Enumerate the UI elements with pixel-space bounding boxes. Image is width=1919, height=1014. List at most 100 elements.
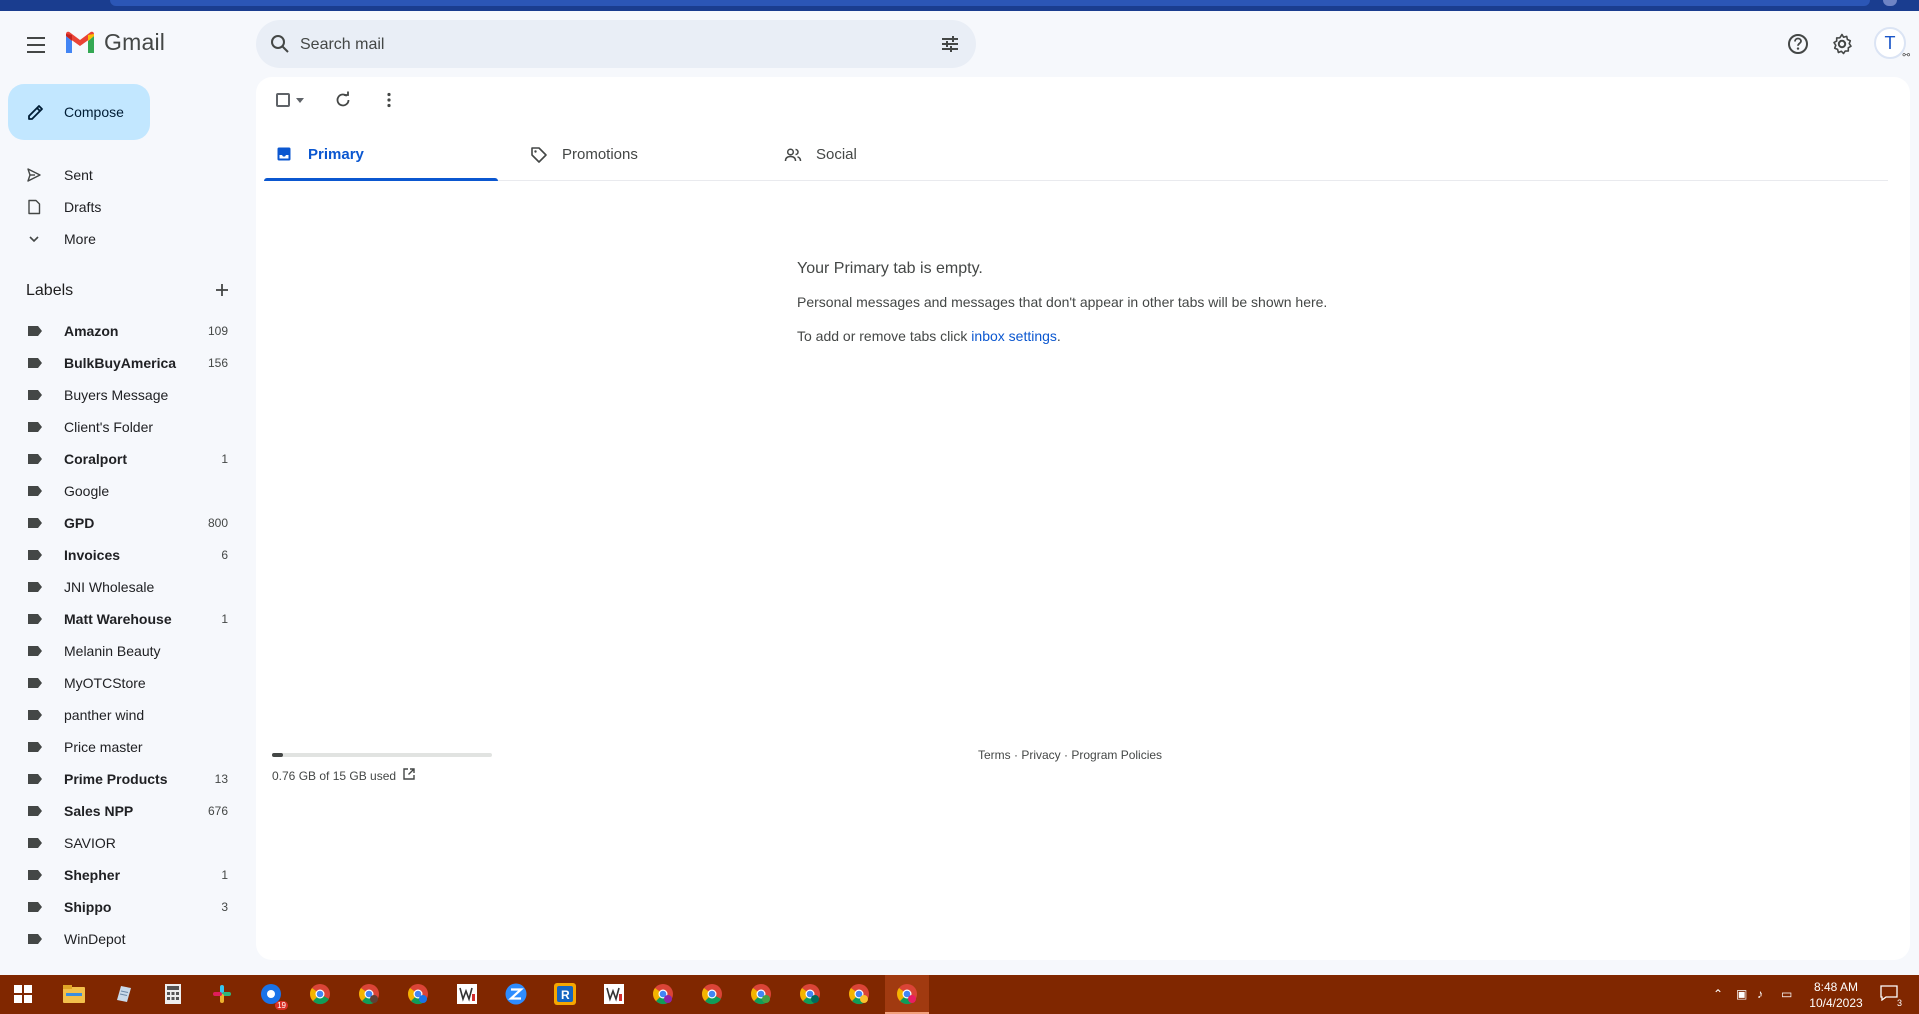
sidebar-item-sent[interactable]: Sent — [0, 159, 256, 191]
account-avatar[interactable]: T ⚯ — [1874, 27, 1910, 60]
browser-profile-dot — [1883, 0, 1897, 6]
label-tag-icon — [28, 358, 42, 368]
wl-icon[interactable] — [454, 981, 480, 1007]
search-options-icon[interactable] — [938, 32, 962, 56]
label-tag-icon — [28, 614, 42, 624]
sidebar-label-item[interactable]: BulkBuyAmerica 156 — [0, 347, 240, 379]
sidebar-item-drafts[interactable]: Drafts — [0, 191, 256, 223]
refresh-icon[interactable] — [334, 91, 352, 109]
labels-heading: Labels — [26, 282, 74, 299]
chrome-profile-icon[interactable] — [356, 981, 382, 1007]
chrome-active-icon[interactable] — [885, 975, 929, 1014]
sidebar-label-item[interactable]: Coralport 1 — [0, 443, 240, 475]
more-options-icon[interactable] — [380, 91, 398, 109]
search-bar — [256, 20, 976, 70]
gmail-header: Gmail T ⚯ — [0, 11, 1919, 77]
file-explorer-icon[interactable] — [61, 981, 87, 1007]
inbox-icon — [277, 147, 291, 161]
label-unread-count: 800 — [207, 516, 228, 530]
notifications-icon[interactable]: 3 — [1880, 985, 1902, 1008]
sidebar-label-item[interactable]: JNI Wholesale — [0, 571, 240, 603]
meet-now-icon[interactable]: ▣ — [1736, 987, 1750, 1001]
sidebar-label-item[interactable]: Invoices 6 — [0, 539, 240, 571]
system-clock[interactable]: 8:48 AM 10/4/2023 — [1808, 979, 1864, 1011]
sidebar-label-item[interactable]: Matt Warehouse 1 — [0, 603, 240, 635]
empty-state-title: Your Primary tab is empty. — [797, 260, 983, 277]
chrome-icon-4[interactable] — [748, 981, 774, 1007]
label-name: Price master — [64, 739, 143, 755]
chrome-icon[interactable] — [307, 981, 333, 1007]
hint-prefix: To add or remove tabs click — [797, 328, 972, 344]
label-name: Google — [64, 483, 110, 499]
label-tag-icon — [28, 326, 42, 336]
sidebar-label-item[interactable]: Buyers Message — [0, 379, 240, 411]
compose-button[interactable]: Compose — [8, 84, 150, 140]
sidebar-label-item[interactable]: Price master — [0, 731, 240, 763]
program-policies-link[interactable]: Program Policies — [1071, 748, 1162, 762]
add-label-icon[interactable] — [212, 280, 232, 300]
avatar-initial: T — [1884, 32, 1896, 53]
notepad-icon[interactable] — [110, 981, 136, 1007]
chrome-icon-6[interactable] — [846, 981, 872, 1007]
tab-label: Promotions — [562, 146, 638, 163]
label-tag-icon — [28, 774, 42, 784]
chrome-icon-2[interactable] — [650, 981, 676, 1007]
label-tag-icon — [28, 806, 42, 816]
sidebar-label-item[interactable]: Amazon 109 — [0, 315, 240, 347]
support-icon[interactable] — [1784, 30, 1812, 58]
privacy-link[interactable]: Privacy — [1021, 748, 1060, 762]
calculator-icon[interactable] — [160, 981, 186, 1007]
sidebar-label-item[interactable]: Google — [0, 475, 240, 507]
sidebar-label-item[interactable]: Sales NPP 676 — [0, 795, 240, 827]
show-hidden-icons-icon[interactable]: ⌃ — [1713, 987, 1727, 1001]
main-menu-button[interactable] — [22, 31, 50, 59]
inbox-settings-link[interactable]: inbox settings — [971, 328, 1057, 344]
sidebar-label-item[interactable]: GPD 800 — [0, 507, 240, 539]
people-icon — [784, 148, 802, 162]
clock-time: 8:48 AM — [1813, 980, 1859, 994]
slack-icon[interactable] — [209, 981, 235, 1007]
search-input[interactable] — [298, 20, 902, 70]
sidebar-label-item[interactable]: MyOTCStore — [0, 667, 240, 699]
sidebar-label-item[interactable]: Melanin Beauty — [0, 635, 240, 667]
wl2-icon[interactable] — [601, 981, 627, 1007]
label-unread-count: 3 — [221, 900, 228, 914]
empty-state: Your Primary tab is empty. Personal mess… — [797, 260, 1497, 344]
chrome-badge-icon[interactable]: 19 — [258, 981, 288, 1010]
label-tag-icon — [28, 454, 42, 464]
sidebar-label-item[interactable]: WinDepot — [0, 923, 240, 955]
sidebar-label-item[interactable]: Shepher 1 — [0, 859, 240, 891]
sidebar-label-item[interactable]: Prime Products 13 — [0, 763, 240, 795]
label-name: Melanin Beauty — [64, 643, 161, 659]
label-unread-count: 676 — [207, 804, 228, 818]
network-icon[interactable]: ▭ — [1781, 987, 1795, 1001]
label-unread-count: 156 — [207, 356, 228, 370]
tab-primary[interactable]: Primary — [264, 128, 498, 181]
chevron-down-icon — [29, 236, 39, 243]
settings-gear-icon[interactable] — [1828, 30, 1856, 58]
sidebar-label-item[interactable]: Shippo 3 — [0, 891, 240, 923]
select-dropdown-caret-icon[interactable] — [296, 98, 304, 103]
windows-start-icon[interactable] — [10, 981, 36, 1007]
label-name: MyOTCStore — [64, 675, 146, 691]
tab-promotions[interactable]: Promotions — [518, 128, 752, 180]
main-panel: Primary Promotions Social Your Primary t… — [256, 77, 1910, 960]
sidebar-label-item[interactable]: Client's Folder — [0, 411, 240, 443]
chrome-k-icon[interactable] — [405, 981, 431, 1007]
sidebar: Compose Sent Drafts More Labels Amazon 10… — [0, 77, 256, 975]
volume-icon[interactable]: ♪ — [1757, 987, 1771, 1001]
tab-social[interactable]: Social — [772, 128, 1006, 180]
gmail-logo[interactable]: Gmail — [64, 29, 165, 56]
chrome-icon-3[interactable] — [699, 981, 725, 1007]
terms-link[interactable]: Terms — [978, 748, 1011, 762]
sidebar-label-item[interactable]: panther wind — [0, 699, 240, 731]
select-all-checkbox[interactable] — [276, 93, 290, 107]
zoom-icon[interactable] — [503, 981, 529, 1007]
sidebar-item-more[interactable]: More — [0, 223, 256, 255]
open-in-new-icon[interactable] — [402, 767, 416, 781]
search-icon[interactable] — [268, 32, 292, 56]
chrome-icon-5[interactable] — [797, 981, 823, 1007]
r-app-icon[interactable]: R — [552, 981, 578, 1007]
label-name: Shippo — [64, 899, 112, 915]
sidebar-label-item[interactable]: SAVIOR — [0, 827, 240, 859]
